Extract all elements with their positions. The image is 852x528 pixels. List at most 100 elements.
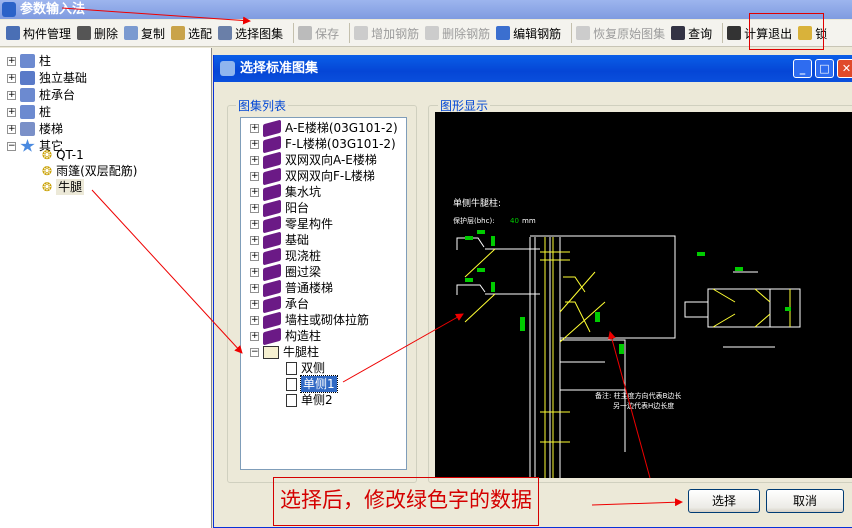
expand-toggle[interactable]: + [250,155,259,165]
expand-toggle[interactable]: + [250,235,259,245]
atlas-item[interactable]: + 墙柱或砌体拉筋 [250,311,370,329]
expand-toggle[interactable]: + [7,90,16,100]
dialog-title: 选择标准图集 [240,61,319,76]
atlas-tree[interactable]: + A-E楼梯(03G101-2) + F-L楼梯(03G101-2) + 双网双向A-E… [240,117,407,470]
book-icon [263,119,281,137]
expand-toggle[interactable]: + [250,299,259,309]
white-outline [456,235,801,482]
toolbar-button-restore[interactable]: 恢复原始图集 [576,25,665,42]
atlas-item[interactable]: − 牛腿柱 [250,344,319,360]
dialog-title-bar[interactable]: 选择标准图集 _ □ ✕ [214,55,852,82]
toolbar-label: 增加钢筋 [371,26,420,41]
atlas-item-label: 阳台 [285,201,310,215]
toolbar-button-atlas[interactable]: 选择图集 [218,25,283,42]
expand-toggle[interactable]: + [250,123,259,133]
book-icon [263,247,281,265]
add-rebar-icon [354,26,369,40]
close-button[interactable]: ✕ [837,59,852,78]
atlas-item[interactable]: + 零星构件 [250,215,334,233]
binoculars-icon [671,26,686,40]
toolbar-button-save[interactable]: 保存 [298,25,339,42]
expand-toggle[interactable]: + [7,56,16,66]
atlas-item[interactable]: + 构造柱 [250,327,321,345]
tree-child-item[interactable]: ❂ QT-1 [42,147,84,163]
expand-toggle[interactable]: + [250,283,259,293]
toolbar-button-remove-rebar[interactable]: 删除钢筋 [425,25,490,42]
atlas-item[interactable]: + 现浇桩 [250,247,321,265]
tree-item[interactable]: + 独立基础 [7,70,87,86]
atlas-item[interactable]: + 承台 [250,295,309,313]
expand-toggle[interactable]: + [250,251,259,261]
collapse-toggle[interactable]: − [7,141,16,151]
gear-icon: ❂ [42,180,53,194]
expand-toggle[interactable]: + [7,107,16,117]
atlas-item-label: 双网双向F-L楼梯 [285,169,375,183]
delete-x-icon [77,26,92,40]
toolbar-button-edit-rebar[interactable]: 编辑钢筋 [496,25,561,42]
component-icon [20,122,35,136]
tree-item[interactable]: + 楼梯 [7,121,63,137]
tree-item[interactable]: + 桩承台 [7,87,75,103]
atlas-item[interactable]: + F-L楼梯(03G101-2) [250,135,396,153]
toolbar-button-clipboard[interactable]: 选配 [171,25,212,42]
atlas-item[interactable]: + 双网双向A-E楼梯 [250,151,377,169]
atlas-item-label: 基础 [285,233,310,247]
toolbar-button-delete-x[interactable]: 删除 [77,25,118,42]
atlas-item[interactable]: + 双网双向F-L楼梯 [250,167,375,185]
cancel-button[interactable]: 取消 [766,489,844,513]
tree-item[interactable]: + 柱 [7,53,51,69]
toolbar-button-component-manage[interactable]: 构件管理 [6,25,71,42]
atlas-item-label: 双网双向A-E楼梯 [285,153,377,167]
tree-child-item[interactable]: ❂ 雨篷(双层配筋) [42,163,137,179]
toolbar-separator [293,23,295,43]
expand-toggle[interactable]: + [250,315,259,325]
atlas-item[interactable]: + 集水坑 [250,183,322,201]
atlas-item-label: 墙柱或砌体拉筋 [285,313,370,327]
toolbar-label: 保存 [315,26,340,41]
atlas-subitem[interactable]: 单侧2 [286,392,333,408]
atlas-item-label: 零星构件 [285,217,334,231]
expand-toggle[interactable]: + [250,331,259,341]
expand-toggle[interactable]: + [7,73,16,83]
toolbar-label: 删除钢筋 [442,26,491,41]
maximize-button[interactable]: □ [815,59,834,78]
restore-icon [576,26,591,40]
atlas-item[interactable]: + 圈过梁 [250,263,321,281]
atlas-item-label: 集水坑 [285,185,322,199]
atlas-item[interactable]: + 普通楼梯 [250,279,333,297]
expand-toggle[interactable]: + [250,203,259,213]
toolbar-label: 恢复原始图集 [593,26,666,41]
tree-item-label: 桩承台 [39,88,76,102]
expand-toggle[interactable]: + [250,219,259,229]
expand-toggle[interactable]: + [250,171,259,181]
toolbar-label: 查询 [688,26,713,41]
atlas-subitem[interactable]: 双侧 [286,360,325,376]
toolbar-separator [722,23,724,43]
expand-toggle[interactable]: + [250,187,259,197]
expand-toggle[interactable]: + [250,267,259,277]
tree-item-label: 牛腿 [56,179,85,195]
toolbar-button-binoculars[interactable]: 查询 [671,25,712,42]
toolbar-button-add-rebar[interactable]: 增加钢筋 [354,25,419,42]
toolbar-label: 编辑钢筋 [513,26,562,41]
toolbar-button-copy[interactable]: 复制 [124,25,165,42]
copy-icon [124,26,139,40]
app-title-bar: 参数输入法 [0,0,852,19]
cover-value[interactable]: 40 [510,217,519,225]
tree-item-label: 桩 [39,105,52,119]
select-button[interactable]: 选择 [688,489,760,513]
tree-child-item[interactable]: ❂ 牛腿 [42,179,85,195]
book-icon [263,263,281,281]
expand-toggle[interactable]: + [250,139,259,149]
collapse-toggle[interactable]: − [250,347,259,357]
atlas-subitem[interactable]: 单侧1 [286,375,338,393]
highlight-box-calc-exit [749,13,824,50]
tree-item[interactable]: + 桩 [7,104,51,120]
minimize-button[interactable]: _ [793,59,812,78]
atlas-item[interactable]: + 基础 [250,231,310,249]
atlas-item[interactable]: + 阳台 [250,199,310,217]
expand-toggle[interactable]: + [7,124,16,134]
tree-item-label: 独立基础 [39,71,88,85]
atlas-item[interactable]: + A-E楼梯(03G101-2) [250,119,398,137]
book-icon [263,311,281,329]
